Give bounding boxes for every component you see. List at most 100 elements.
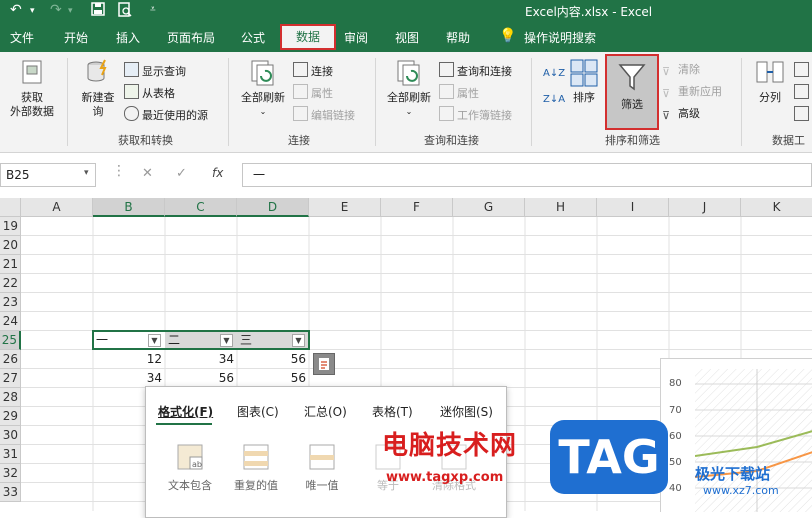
refresh-all-button-2[interactable]: 全部刷新 ⌄: [382, 58, 436, 119]
row-header[interactable]: 29: [0, 407, 21, 426]
column-header[interactable]: F: [381, 198, 453, 217]
row-header[interactable]: 20: [0, 236, 21, 255]
column-header[interactable]: E: [309, 198, 381, 217]
select-all-corner[interactable]: [0, 198, 21, 217]
sort-descending-icon[interactable]: Z↓A: [543, 92, 565, 108]
queries-connections-button[interactable]: 查询和连接: [439, 62, 512, 78]
text-to-columns-button[interactable]: 分列: [752, 58, 788, 105]
tab-home[interactable]: 开始: [64, 29, 88, 46]
table-cell[interactable]: 12: [93, 350, 165, 369]
row-header[interactable]: 21: [0, 255, 21, 274]
tab-data[interactable]: 数据: [280, 24, 336, 50]
insert-function-icon[interactable]: fx: [212, 166, 223, 180]
customize-qat-icon[interactable]: ⩡: [150, 4, 156, 15]
column-header[interactable]: I: [597, 198, 669, 217]
row-header[interactable]: 30: [0, 426, 21, 445]
separator: [741, 58, 742, 146]
qa-text-contains[interactable]: ab 文本包含: [164, 443, 216, 493]
tell-me-search[interactable]: 操作说明搜索: [524, 29, 596, 46]
row-header[interactable]: 31: [0, 445, 21, 464]
recent-sources-button[interactable]: 最近使用的源: [124, 106, 208, 122]
undo-dropdown-icon[interactable]: ▾: [30, 6, 35, 16]
row-header[interactable]: 28: [0, 388, 21, 407]
flash-fill-icon[interactable]: [794, 62, 812, 78]
new-query-button[interactable]: 新建查 询: [76, 58, 120, 119]
svg-text:ab: ab: [192, 460, 202, 469]
redo-dropdown-icon[interactable]: ▾: [68, 6, 73, 16]
filter-button[interactable]: 筛选: [605, 54, 659, 130]
row-header[interactable]: 23: [0, 293, 21, 312]
tab-review[interactable]: 审阅: [344, 29, 368, 46]
get-external-data-button[interactable]: 获取 外部数据: [2, 58, 62, 119]
sort-ascending-icon[interactable]: A↓Z: [543, 66, 565, 82]
edit-links-button[interactable]: 编辑链接: [293, 106, 355, 122]
column-header[interactable]: G: [453, 198, 525, 217]
row-header[interactable]: 27: [0, 369, 21, 388]
column-header[interactable]: J: [669, 198, 741, 217]
ribbon-data: 获取 外部数据 新建查 询 显示查询 从表格 最近使用的源 获取和转换 全部刷新…: [0, 52, 812, 153]
remove-duplicates-icon[interactable]: [794, 84, 812, 100]
qa-unique-values[interactable]: 唯一值: [296, 443, 348, 493]
quick-analysis-button[interactable]: [313, 353, 335, 375]
qa-tab-charts[interactable]: 图表(C): [237, 403, 279, 420]
reapply-filter-icon: ⊽: [662, 87, 671, 100]
row-header[interactable]: 24: [0, 312, 21, 331]
show-queries-button[interactable]: 显示查询: [124, 62, 186, 78]
name-box-dropdown-icon[interactable]: ▾: [84, 168, 89, 178]
print-preview-icon[interactable]: [118, 2, 132, 21]
row-header[interactable]: 33: [0, 483, 21, 502]
sort-button[interactable]: 排序: [566, 58, 602, 105]
column-header[interactable]: B: [93, 198, 165, 217]
tab-file[interactable]: 文件: [10, 29, 34, 46]
connections-button[interactable]: 连接: [293, 62, 333, 78]
group-label-get-transform: 获取和转换: [118, 134, 173, 147]
enter-icon[interactable]: ✓: [176, 166, 187, 181]
tab-page-layout[interactable]: 页面布局: [167, 29, 215, 46]
tab-help[interactable]: 帮助: [446, 29, 470, 46]
row-header[interactable]: 19: [0, 217, 21, 236]
refresh-all-label: 全部刷新: [241, 91, 285, 104]
qa-tab-totals[interactable]: 汇总(O): [304, 403, 347, 420]
column-header[interactable]: A: [21, 198, 93, 217]
more-icon: ⋮: [112, 163, 126, 179]
qa-tab-formatting[interactable]: 格式化(F): [158, 403, 213, 420]
qa-tab-sparklines[interactable]: 迷你图(S): [440, 403, 493, 420]
undo-icon[interactable]: ↶: [10, 2, 22, 18]
properties-button-2[interactable]: 属性: [439, 84, 479, 100]
qa-duplicate-values[interactable]: 重复的值: [230, 443, 282, 493]
properties-button[interactable]: 属性: [293, 84, 333, 100]
row-header[interactable]: 26: [0, 350, 21, 369]
row-header[interactable]: 32: [0, 464, 21, 483]
redo-icon[interactable]: ↷: [50, 2, 62, 18]
reapply-button[interactable]: ⊽ 重新应用: [662, 84, 722, 100]
workbook-links-button[interactable]: 工作簿链接: [439, 106, 512, 122]
qa-tab-tables[interactable]: 表格(T): [372, 403, 413, 420]
data-validation-icon[interactable]: [794, 106, 812, 122]
table-cell[interactable]: 34: [165, 350, 237, 369]
advanced-filter-icon: ⊽: [662, 109, 671, 122]
column-header[interactable]: K: [741, 198, 812, 217]
cancel-icon[interactable]: ✕: [142, 166, 153, 181]
row-header[interactable]: 25: [0, 331, 21, 350]
formula-input[interactable]: 一: [242, 163, 812, 187]
external-data-icon: [17, 58, 47, 88]
watermark-site-url: www.xz7.com: [703, 484, 779, 497]
column-header[interactable]: H: [525, 198, 597, 217]
row-header[interactable]: 22: [0, 274, 21, 293]
from-table-button[interactable]: 从表格: [124, 84, 175, 100]
save-icon[interactable]: [91, 2, 105, 20]
name-box[interactable]: B25: [0, 163, 96, 187]
separator: [67, 58, 68, 146]
watermark-text: 电脑技术网: [382, 431, 518, 461]
column-header[interactable]: D: [237, 198, 309, 217]
column-header[interactable]: C: [165, 198, 237, 217]
workbook-link-icon: [439, 106, 454, 121]
text-to-columns-label: 分列: [759, 91, 781, 104]
table-cell[interactable]: 56: [237, 350, 309, 369]
tab-formulas[interactable]: 公式: [241, 29, 265, 46]
refresh-all-button[interactable]: 全部刷新 ⌄: [236, 58, 290, 119]
clear-button[interactable]: ⊽ 清除: [662, 62, 700, 78]
advanced-button[interactable]: ⊽ 高级: [662, 106, 700, 122]
tab-insert[interactable]: 插入: [116, 29, 140, 46]
tab-view[interactable]: 视图: [395, 29, 419, 46]
